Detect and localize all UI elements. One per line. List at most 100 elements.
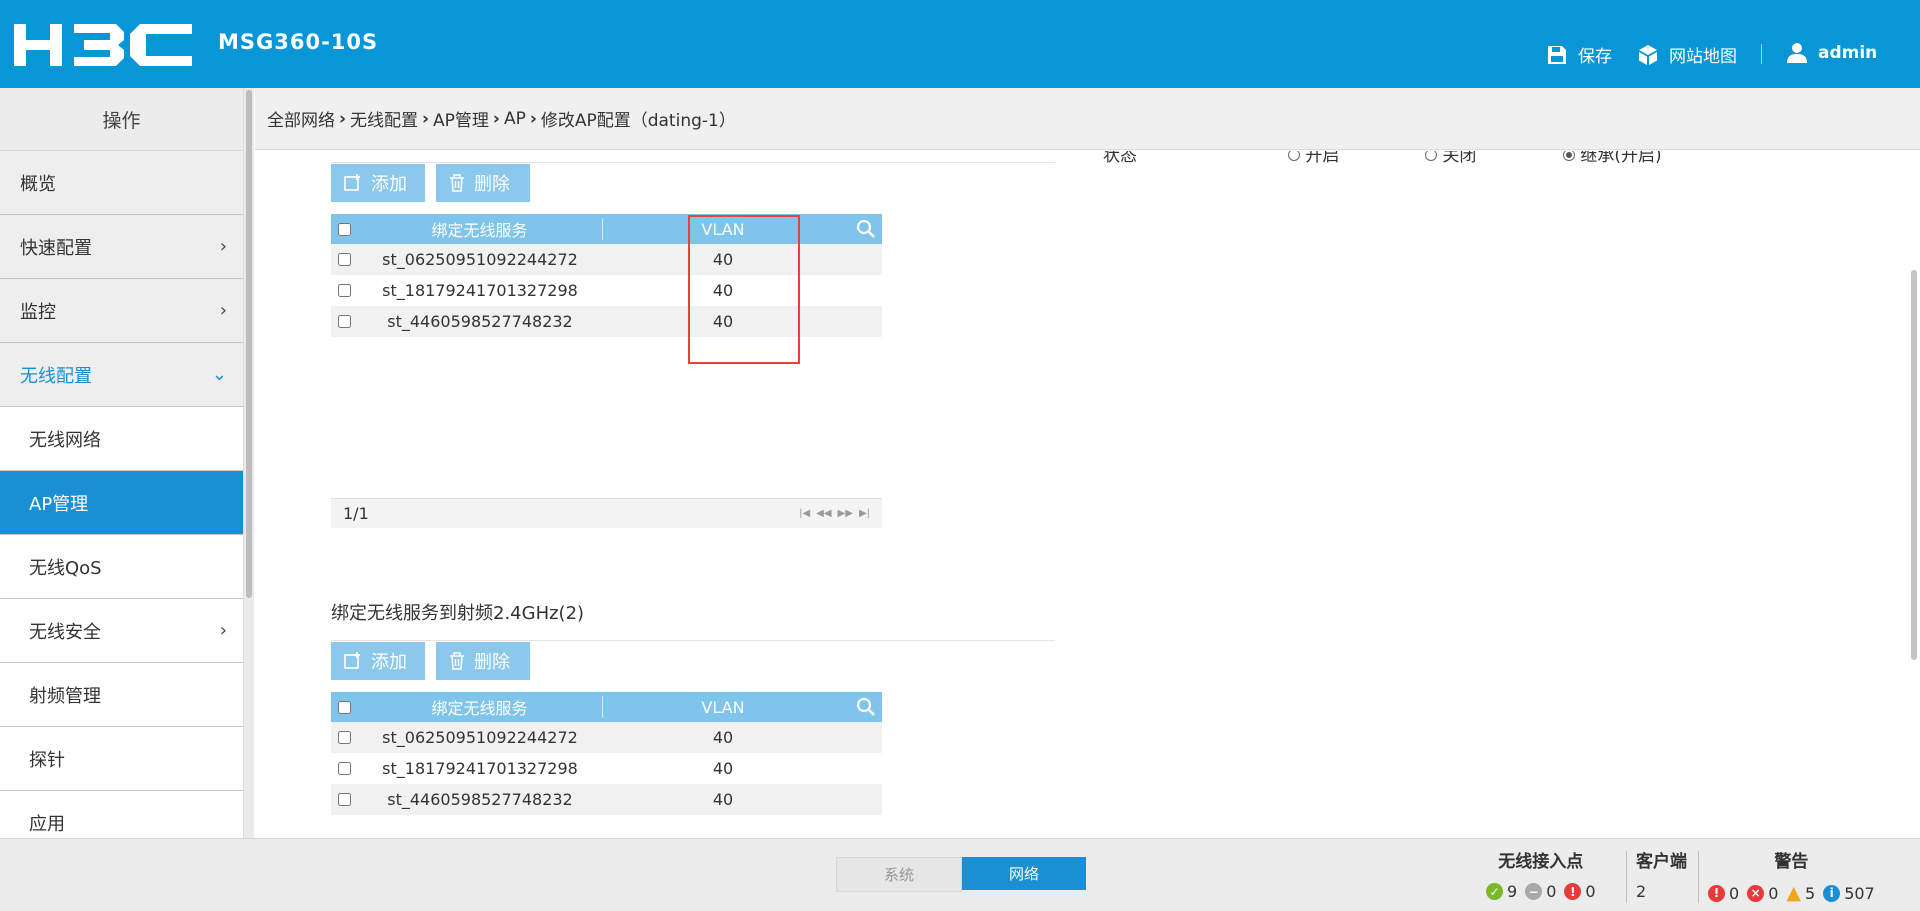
service-cell: st_18179241701327298 (382, 759, 578, 778)
sidebar-item-ap-management[interactable]: AP管理 (0, 471, 243, 535)
table-row[interactable]: st_18179241701327298 40 (331, 753, 882, 784)
breadcrumb-item[interactable]: 全部网络 (267, 106, 335, 131)
client-stats-title: 客户端 (1636, 852, 1687, 872)
ap-idle-count: 0 (1546, 882, 1557, 901)
table-row[interactable]: st_4460598527748232 40 (331, 306, 882, 337)
table-row[interactable]: st_18179241701327298 40 (331, 275, 882, 306)
critical-icon: ! (1708, 884, 1725, 902)
select-all-checkbox[interactable] (337, 700, 351, 714)
column-header-service[interactable]: 绑定无线服务 (357, 217, 602, 241)
table-row[interactable]: st_06250951092244272 40 (331, 722, 882, 753)
column-header-service[interactable]: 绑定无线服务 (357, 695, 602, 719)
status-radio-on[interactable]: 开启 (1288, 151, 1339, 166)
row-checkbox[interactable] (337, 253, 351, 266)
vlan-cell: 40 (712, 728, 734, 747)
h3c-logo (14, 22, 194, 68)
sidebar: 操作 概览 快速配置 › 监控 › 无线配置 ⌄ 无线网络 AP管理 无线QoS… (0, 88, 244, 838)
alert-stats[interactable]: 警告 ! 0 × 0 ▲ 5 i 507 (1708, 847, 1875, 904)
delete-button[interactable]: 删除 (436, 164, 530, 202)
select-all-checkbox[interactable] (337, 222, 351, 236)
service-table: 绑定无线服务 VLAN st_06250951092244272 40 st_1… (331, 214, 882, 337)
alert-error-count: 0 (1768, 883, 1779, 903)
search-icon[interactable] (856, 219, 876, 239)
status-radio-off[interactable]: 关闭 (1425, 151, 1476, 166)
sidebar-item-quick-config[interactable]: 快速配置 › (0, 215, 243, 279)
sitemap-button[interactable]: 网站地图 (1637, 42, 1737, 67)
row-checkbox[interactable] (337, 762, 351, 775)
cube-icon (1639, 44, 1657, 65)
client-stats[interactable]: 客户端 2 (1636, 847, 1687, 901)
delete-label: 删除 (474, 652, 510, 673)
device-model: MSG360-10S (218, 30, 379, 54)
table-row[interactable]: st_4460598527748232 40 (331, 784, 882, 815)
breadcrumb: 全部网络 › 无线配置 › AP管理 › AP › 修改AP配置（dating-… (255, 88, 1920, 150)
service-cell: st_4460598527748232 (387, 312, 573, 331)
client-count: 2 (1636, 882, 1647, 901)
trash-icon (450, 174, 464, 192)
status-radio-inherit[interactable]: 继承(开启) (1563, 151, 1662, 166)
ap-stats-title: 无线接入点 (1498, 852, 1584, 872)
add-button[interactable]: 添加 (331, 642, 425, 680)
ap-stats[interactable]: 无线接入点 ✓ 9 −0 ! 0 (1486, 847, 1596, 901)
exclamation-icon: ! (1564, 883, 1582, 900)
status-label: 状态 (1103, 151, 1137, 166)
column-header-vlan[interactable]: VLAN (603, 220, 843, 239)
table-row[interactable]: st_06250951092244272 40 (331, 244, 882, 275)
sidebar-scrollbar-thumb[interactable] (246, 90, 252, 598)
add-icon (344, 652, 360, 669)
radio-button[interactable] (1288, 151, 1300, 161)
sidebar-item-overview[interactable]: 概览 (0, 151, 243, 215)
sidebar-item-label: 射频管理 (29, 685, 101, 707)
radio-label: 开启 (1305, 151, 1340, 166)
sidebar-item-wireless-qos[interactable]: 无线QoS (0, 535, 243, 599)
radio-button[interactable] (1425, 151, 1437, 161)
service-cell: st_06250951092244272 (382, 250, 578, 269)
ap-fault-count: 0 (1585, 882, 1596, 901)
chevron-down-icon: ⌄ (211, 364, 227, 385)
prev-page-icon[interactable]: ◀◀ (816, 508, 831, 519)
sidebar-item-label: 应用 (29, 813, 65, 835)
minus-icon: − (1525, 883, 1543, 900)
user-menu[interactable]: admin (1786, 42, 1877, 64)
sidebar-item-probe[interactable]: 探针 (0, 727, 243, 791)
search-icon[interactable] (856, 697, 876, 717)
row-checkbox[interactable] (337, 793, 351, 806)
sidebar-item-radio-management[interactable]: 射频管理 (0, 663, 243, 727)
first-page-icon[interactable]: |◀ (799, 508, 810, 519)
column-header-vlan[interactable]: VLAN (603, 698, 843, 717)
row-checkbox[interactable] (337, 731, 351, 744)
sidebar-item-label: 探针 (29, 749, 65, 771)
info-icon: i (1823, 884, 1841, 902)
sidebar-title: 操作 (0, 88, 243, 151)
breadcrumb-item[interactable]: 无线配置 (350, 106, 418, 131)
sidebar-item-wireless-config[interactable]: 无线配置 ⌄ (0, 343, 243, 407)
save-button[interactable]: 保存 (1546, 42, 1612, 67)
radio-label: 继承(开启) (1580, 151, 1662, 166)
add-button[interactable]: 添加 (331, 164, 425, 202)
sidebar-item-application[interactable]: 应用 (0, 791, 243, 838)
sidebar-item-label: 监控 (20, 301, 56, 323)
top-header: MSG360-10S 保存 网站地图 admin (0, 0, 1920, 88)
row-checkbox[interactable] (337, 315, 351, 328)
next-page-icon[interactable]: ▶▶ (838, 508, 853, 519)
warning-icon: ▲ (1786, 882, 1801, 904)
last-page-icon[interactable]: ▶| (859, 508, 870, 519)
sidebar-item-monitor[interactable]: 监控 › (0, 279, 243, 343)
vlan-cell: 40 (712, 281, 734, 300)
breadcrumb-item[interactable]: AP管理 (433, 106, 489, 131)
delete-button[interactable]: 删除 (436, 642, 530, 680)
sidebar-item-wireless-network[interactable]: 无线网络 (0, 407, 243, 471)
mode-network-button[interactable]: 网络 (962, 857, 1086, 890)
content-scrollbar-thumb[interactable] (1911, 270, 1917, 660)
row-checkbox[interactable] (337, 284, 351, 297)
radio-label: 关闭 (1442, 151, 1477, 166)
header-divider (1761, 44, 1762, 64)
sidebar-item-wireless-security[interactable]: 无线安全 › (0, 599, 243, 663)
mode-system-button[interactable]: 系统 (836, 857, 962, 892)
breadcrumb-item[interactable]: AP (504, 109, 526, 129)
section-title: 绑定无线服务到射频2.4GHz(2) (331, 603, 585, 624)
add-label: 添加 (371, 174, 407, 195)
service-table-2-4ghz: 绑定无线服务 VLAN st_06250951092244272 40 st_1… (331, 692, 882, 815)
radio-button[interactable] (1563, 151, 1575, 161)
footer-divider (1698, 851, 1699, 903)
